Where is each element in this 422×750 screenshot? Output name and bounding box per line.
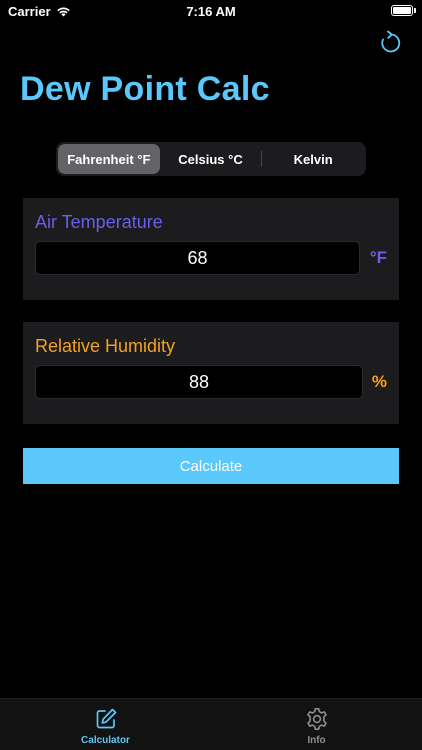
gear-icon (306, 708, 327, 730)
air-temperature-card: Air Temperature °F (23, 198, 399, 300)
status-time: 7:16 AM (186, 4, 236, 19)
battery-cap (414, 8, 416, 13)
air-temperature-input[interactable] (35, 241, 360, 275)
relative-humidity-label: Relative Humidity (35, 336, 176, 356)
battery-icon (391, 5, 413, 16)
refresh-button[interactable] (378, 30, 402, 56)
air-temperature-label: Air Temperature (35, 212, 163, 232)
relative-humidity-input[interactable] (35, 365, 363, 399)
unit-segmented-control: Fahrenheit °F Celsius °C Kelvin (56, 142, 366, 176)
segment-celsius[interactable]: Celsius °C (160, 144, 262, 174)
segment-kelvin[interactable]: Kelvin (262, 144, 364, 174)
tab-bar: Calculator Info (0, 698, 422, 750)
tab-info-label: Info (307, 735, 326, 746)
relative-humidity-unit: % (371, 372, 387, 391)
calculate-button[interactable]: Calculate (23, 448, 399, 484)
air-temperature-unit: °F (369, 248, 387, 267)
pencil-square-icon (96, 708, 116, 729)
relative-humidity-card: Relative Humidity % (23, 322, 399, 424)
tab-calculator-label: Calculator (81, 735, 130, 746)
segment-fahrenheit[interactable]: Fahrenheit °F (58, 144, 160, 174)
tab-calculator[interactable]: Calculator (0, 699, 211, 750)
tab-info[interactable]: Info (211, 699, 422, 750)
page-title: Dew Point Calc (20, 70, 270, 108)
status-bar: Carrier 7:16 AM (0, 0, 422, 24)
refresh-icon (381, 30, 401, 53)
